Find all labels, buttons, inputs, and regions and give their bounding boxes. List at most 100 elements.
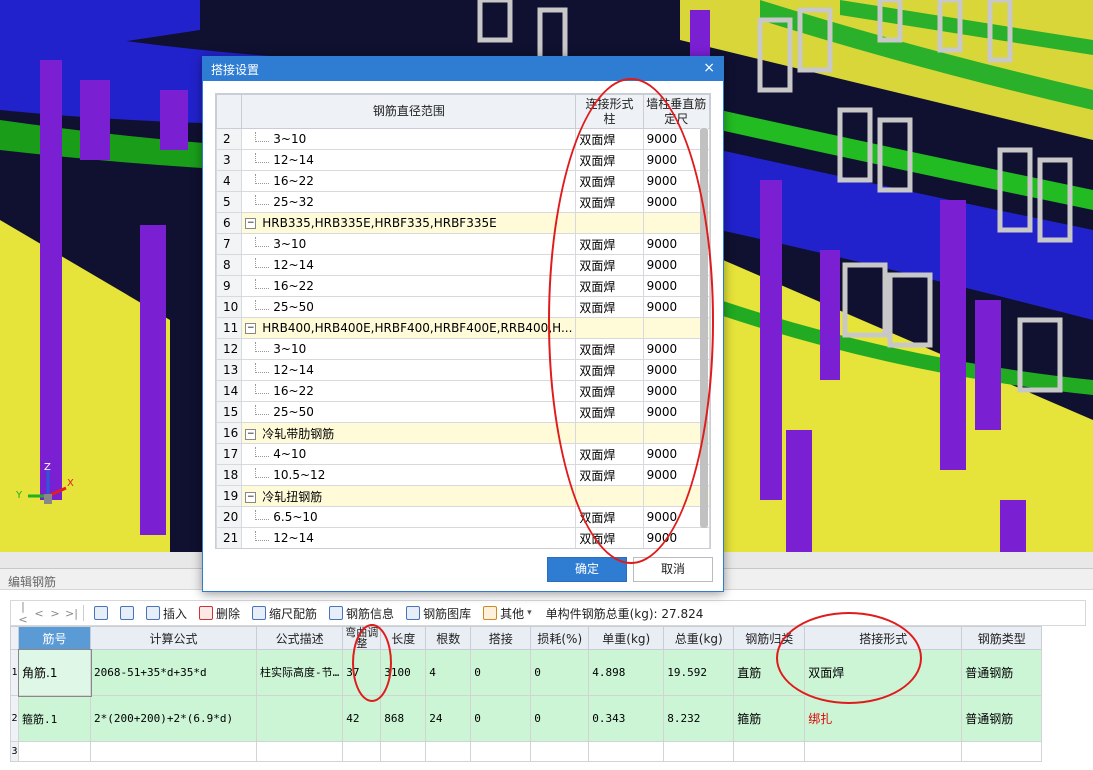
cell-connection[interactable]: 双面焊 bbox=[575, 254, 644, 276]
cell-connection[interactable]: 双面焊 bbox=[575, 359, 644, 381]
group-row[interactable]: 6− HRB335,HRB335E,HRBF335,HRBF335E bbox=[216, 212, 710, 234]
table-row[interactable]: 12 3~10 双面焊 9000 bbox=[216, 338, 710, 360]
cell-unit-weight[interactable]: 0.343 bbox=[588, 695, 665, 742]
cell-diameter-range[interactable]: 12~14 bbox=[241, 254, 577, 276]
prev-record-button[interactable]: < bbox=[33, 607, 45, 620]
collapse-icon[interactable]: − bbox=[245, 491, 257, 503]
table-row[interactable]: 1 角筋.1 2068-51+35*d+35*d 柱实际高度-节… 37 310… bbox=[10, 648, 1043, 697]
cell-fixed-length[interactable]: 9000 bbox=[642, 527, 710, 548]
table-row[interactable]: 15 25~50 双面焊 9000 bbox=[216, 401, 710, 423]
column-header-formula[interactable]: 计算公式 bbox=[90, 626, 257, 650]
group-row[interactable]: 11− HRB400,HRB400E,HRBF400,HRBF400E,RRB40… bbox=[216, 317, 710, 339]
cell-diameter-range[interactable]: 6.5~10 bbox=[241, 506, 577, 528]
cell-connection[interactable]: 双面焊 bbox=[575, 527, 644, 548]
cell-category[interactable]: 箍筋 bbox=[733, 695, 806, 742]
cell-bar-no[interactable]: 箍筋.1 bbox=[18, 695, 91, 742]
cell-diameter-range[interactable]: 10.5~12 bbox=[241, 464, 577, 486]
rebar-library-button[interactable]: 钢筋图库 bbox=[402, 602, 475, 624]
cell-loss[interactable]: 0 bbox=[530, 649, 590, 696]
cell-diameter-range[interactable]: 16~22 bbox=[241, 380, 577, 402]
column-header-bend[interactable]: 弯曲调整 bbox=[342, 626, 382, 650]
cell-diameter-range[interactable]: 25~50 bbox=[241, 296, 577, 318]
cell-count[interactable]: 4 bbox=[425, 649, 472, 696]
cell-total-weight[interactable]: 19.592 bbox=[663, 649, 735, 696]
cell-diameter-range[interactable]: − 冷轧扭钢筋 bbox=[241, 485, 577, 507]
move-down-button[interactable] bbox=[116, 602, 138, 624]
cell-connection[interactable]: 双面焊 bbox=[575, 296, 644, 318]
cell-connection[interactable]: 双面焊 bbox=[575, 191, 644, 213]
cell-connection[interactable]: 双面焊 bbox=[575, 275, 644, 297]
cell-diameter-range[interactable]: 12~14 bbox=[241, 149, 577, 171]
table-row[interactable]: 2 箍筋.1 2*(200+200)+2*(6.9*d) 42 868 24 0… bbox=[10, 695, 1043, 742]
cell-bend[interactable]: 37 bbox=[342, 649, 382, 696]
cell-diameter-range[interactable]: 4~10 bbox=[241, 443, 577, 465]
table-row[interactable]: 14 16~22 双面焊 9000 bbox=[216, 380, 710, 402]
table-row[interactable]: 18 10.5~12 双面焊 9000 bbox=[216, 464, 710, 486]
table-row[interactable]: 5 25~32 双面焊 9000 bbox=[216, 191, 710, 213]
cell-connection[interactable] bbox=[575, 422, 644, 444]
cell-connection[interactable] bbox=[575, 212, 644, 234]
column-header-rebar-type[interactable]: 钢筋类型 bbox=[961, 626, 1043, 650]
cell-rebar-type[interactable]: 普通钢筋 bbox=[961, 649, 1043, 696]
cell-connection[interactable]: 双面焊 bbox=[575, 380, 644, 402]
cell-lap-form[interactable]: 绑扎 bbox=[804, 695, 963, 742]
cancel-button[interactable]: 取消 bbox=[633, 557, 713, 582]
table-row[interactable]: 4 16~22 双面焊 9000 bbox=[216, 170, 710, 192]
table-row[interactable]: 9 16~22 双面焊 9000 bbox=[216, 275, 710, 297]
cell-connection[interactable]: 双面焊 bbox=[575, 128, 644, 150]
cell-diameter-range[interactable]: − HRB400,HRB400E,HRBF400,HRBF400E,RRB400,… bbox=[241, 317, 577, 339]
cell-diameter-range[interactable]: 3~10 bbox=[241, 128, 577, 150]
scrollbar-thumb[interactable] bbox=[700, 128, 708, 528]
table-row[interactable]: 17 4~10 双面焊 9000 bbox=[216, 443, 710, 465]
column-header-description[interactable]: 公式描述 bbox=[255, 626, 344, 650]
cell-diameter-range[interactable]: 12~14 bbox=[241, 527, 577, 548]
cell-description[interactable]: 柱实际高度-节… bbox=[255, 649, 344, 696]
first-record-button[interactable]: |< bbox=[17, 600, 29, 626]
cell-connection[interactable]: 双面焊 bbox=[575, 506, 644, 528]
scale-rebar-button[interactable]: 缩尺配筋 bbox=[248, 602, 321, 624]
cell-bar-no[interactable]: 角筋.1 bbox=[17, 648, 92, 697]
rebar-info-button[interactable]: 钢筋信息 bbox=[325, 602, 398, 624]
column-header-length[interactable]: 长度 bbox=[380, 626, 427, 650]
column-header-category[interactable]: 钢筋归类 bbox=[733, 626, 806, 650]
cell-rebar-type[interactable]: 普通钢筋 bbox=[961, 695, 1043, 742]
cell-connection[interactable] bbox=[575, 317, 644, 339]
group-row[interactable]: 16− 冷轧带肋钢筋 bbox=[216, 422, 710, 444]
cell-diameter-range[interactable]: − 冷轧带肋钢筋 bbox=[241, 422, 577, 444]
cell-lap[interactable]: 0 bbox=[470, 649, 532, 696]
cell-diameter-range[interactable]: − HRB335,HRB335E,HRBF335,HRBF335E bbox=[241, 212, 577, 234]
column-header-lap[interactable]: 搭接 bbox=[470, 626, 532, 650]
cell-diameter-range[interactable]: 16~22 bbox=[241, 170, 577, 192]
cell-formula[interactable]: 2068-51+35*d+35*d bbox=[90, 649, 257, 696]
ok-button[interactable]: 确定 bbox=[547, 557, 627, 582]
cell-diameter-range[interactable]: 3~10 bbox=[241, 338, 577, 360]
column-header-count[interactable]: 根数 bbox=[425, 626, 472, 650]
table-row[interactable]: 10 25~50 双面焊 9000 bbox=[216, 296, 710, 318]
cell-connection[interactable]: 双面焊 bbox=[575, 338, 644, 360]
cell-bend[interactable]: 42 bbox=[342, 695, 382, 742]
delete-button[interactable]: 删除 bbox=[195, 602, 244, 624]
column-header-bar-no[interactable]: 筋号 bbox=[18, 626, 91, 650]
table-row[interactable]: 8 12~14 双面焊 9000 bbox=[216, 254, 710, 276]
group-row[interactable]: 19− 冷轧扭钢筋 bbox=[216, 485, 710, 507]
cell-diameter-range[interactable]: 25~32 bbox=[241, 191, 577, 213]
cell-count[interactable]: 24 bbox=[425, 695, 472, 742]
vertical-scrollbar[interactable] bbox=[700, 128, 708, 528]
cell-diameter-range[interactable]: 25~50 bbox=[241, 401, 577, 423]
table-row[interactable]: 7 3~10 双面焊 9000 bbox=[216, 233, 710, 255]
cell-description[interactable] bbox=[255, 695, 344, 742]
close-icon[interactable]: × bbox=[703, 60, 715, 76]
table-row[interactable]: 13 12~14 双面焊 9000 bbox=[216, 359, 710, 381]
cell-total-weight[interactable]: 8.232 bbox=[663, 695, 735, 742]
last-record-button[interactable]: >| bbox=[65, 607, 78, 620]
table-row[interactable]: 20 6.5~10 双面焊 9000 bbox=[216, 506, 710, 528]
cell-diameter-range[interactable]: 16~22 bbox=[241, 275, 577, 297]
column-header-total-weight[interactable]: 总重(kg) bbox=[663, 626, 735, 650]
cell-category[interactable]: 直筋 bbox=[733, 649, 806, 696]
column-header-lap-form[interactable]: 搭接形式 bbox=[804, 626, 963, 650]
insert-button[interactable]: 插入 bbox=[142, 602, 191, 624]
cell-connection[interactable]: 双面焊 bbox=[575, 149, 644, 171]
table-row[interactable]: 2 3~10 双面焊 9000 bbox=[216, 128, 710, 150]
cell-connection[interactable]: 双面焊 bbox=[575, 233, 644, 255]
cell-diameter-range[interactable]: 3~10 bbox=[241, 233, 577, 255]
